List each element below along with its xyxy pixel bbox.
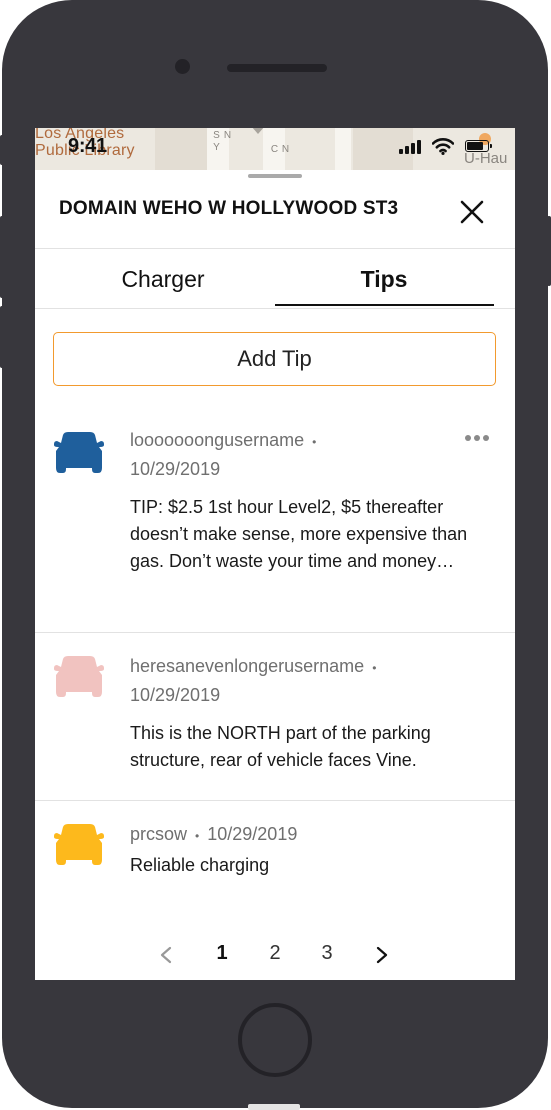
tip-date: 10/29/2019 <box>130 685 221 705</box>
divider <box>35 248 515 249</box>
tip-username[interactable]: looooooongusername <box>130 430 304 450</box>
tip-meta: looooooongusername • 10/29/2019 <box>130 427 460 483</box>
chevron-right-icon[interactable] <box>375 946 389 964</box>
map-street-label: N SY <box>211 130 233 154</box>
page-1-button[interactable]: 1 <box>211 942 233 965</box>
tips-sheet: DOMAIN WEHO W HOLLYWOOD ST3 Charger Tips… <box>35 170 515 980</box>
map-street-label: N C <box>269 144 291 156</box>
divider <box>35 800 515 801</box>
tip-text: Reliable charging <box>130 855 270 875</box>
car-body <box>54 432 104 473</box>
bottom-connector <box>248 1104 300 1110</box>
divider <box>35 632 515 633</box>
page-2-button[interactable]: 2 <box>264 942 286 965</box>
battery-icon <box>465 140 492 152</box>
front-camera <box>175 59 190 74</box>
more-options-icon[interactable] <box>465 429 493 445</box>
tip-username[interactable]: heresanevenlongerusername <box>130 656 364 676</box>
close-icon[interactable] <box>458 198 486 226</box>
screen: Los Angeles Public Library N SY N C U-Ha… <box>35 128 515 980</box>
chevron-left-icon[interactable] <box>159 946 173 964</box>
volume-up-button <box>0 216 4 298</box>
tip-text: This is the NORTH part of the parking st… <box>130 723 431 770</box>
map-place-label: U-Hau <box>464 150 508 167</box>
divider <box>35 308 515 309</box>
sheet-title: DOMAIN WEHO W HOLLYWOOD ST3 <box>59 198 399 219</box>
tab-tips[interactable]: Tips <box>275 266 493 293</box>
mute-switch <box>0 135 4 165</box>
tip-separator: • <box>312 435 317 449</box>
tip-username[interactable]: prcsow <box>130 824 187 844</box>
tab-active-indicator <box>275 304 494 306</box>
power-button <box>547 216 551 286</box>
tip-date: 10/29/2019 <box>130 459 221 479</box>
map-background[interactable]: Los Angeles Public Library N SY N C U-Ha… <box>35 128 515 170</box>
cellular-signal-icon <box>399 138 421 154</box>
tip-separator: • <box>372 661 377 675</box>
page-3-button[interactable]: 3 <box>316 942 338 965</box>
tip-date: 10/29/2019 <box>207 824 298 844</box>
tip-separator: • <box>195 829 200 843</box>
tip-meta: heresanevenlongerusername • 10/29/2019 <box>130 653 490 709</box>
home-button[interactable] <box>238 1003 312 1077</box>
car-body <box>54 656 104 697</box>
status-time: 9:41 <box>68 135 107 157</box>
car-icon <box>54 432 104 473</box>
car-body <box>54 824 104 865</box>
add-tip-button[interactable]: Add Tip <box>53 332 496 386</box>
tab-charger[interactable]: Charger <box>83 266 243 293</box>
earpiece-speaker <box>227 64 327 72</box>
tip-meta: prcsow • 10/29/2019 <box>130 821 460 850</box>
sheet-grabber[interactable] <box>248 174 302 178</box>
tip-text: TIP: $2.5 1st hour Level2, $5 thereafter… <box>130 497 468 571</box>
wifi-icon <box>432 138 454 155</box>
car-icon <box>54 656 104 697</box>
map-road <box>335 128 351 170</box>
volume-down-button <box>0 306 4 368</box>
car-icon <box>54 824 104 865</box>
